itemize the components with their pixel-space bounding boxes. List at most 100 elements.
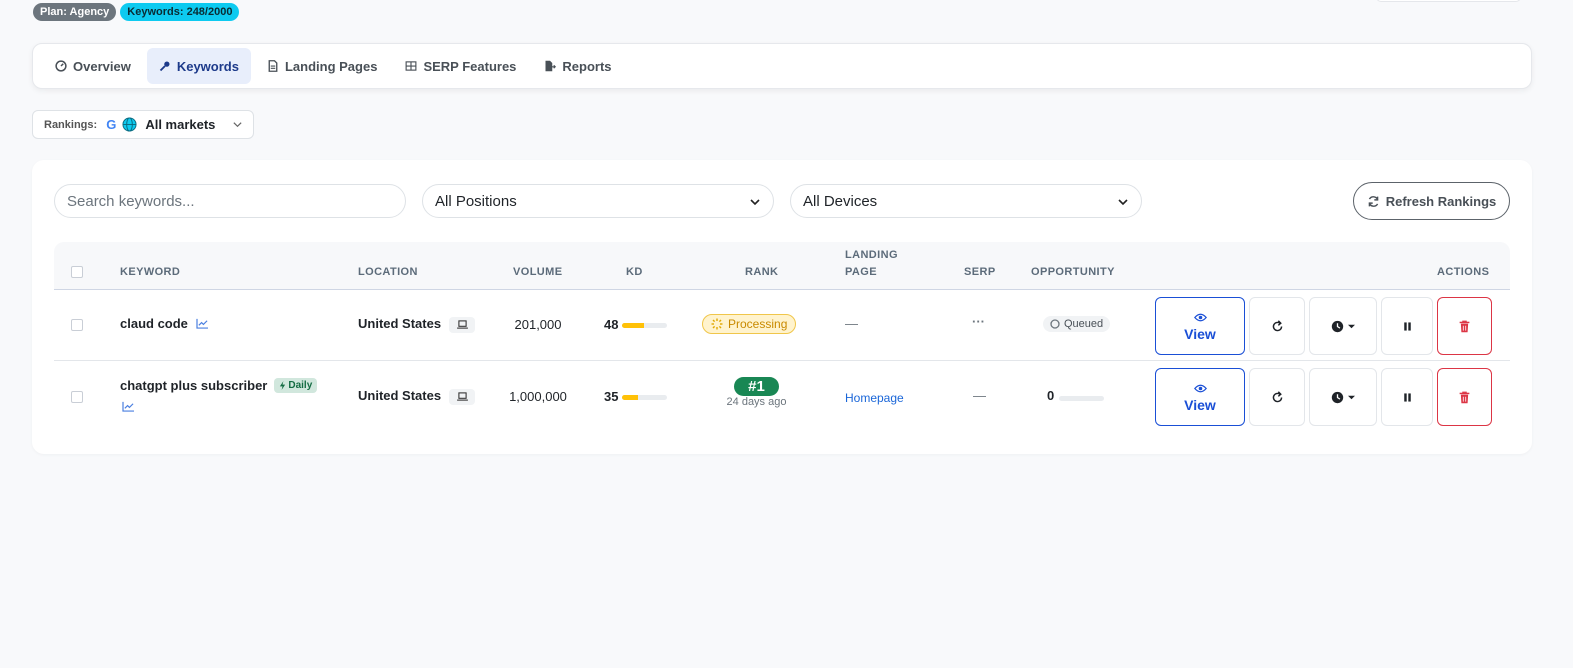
col-actions: ACTIONS xyxy=(1437,266,1490,278)
opportunity-cell: Queued xyxy=(1043,316,1111,332)
kd-bar-fill xyxy=(622,323,644,328)
tab-keywords[interactable]: Keywords xyxy=(146,48,251,84)
kd-bar xyxy=(622,395,667,400)
row-checkbox[interactable] xyxy=(71,319,83,331)
refresh-label: Refresh Rankings xyxy=(1385,193,1497,209)
queued-badge: Queued xyxy=(1043,316,1111,332)
landing-page-link[interactable]: Homepage xyxy=(845,391,904,405)
col-location[interactable]: LOCATION xyxy=(358,264,418,281)
spinner-icon xyxy=(711,318,723,330)
top-right-control[interactable] xyxy=(1376,0,1521,2)
pause-icon xyxy=(1403,392,1411,402)
delete-button[interactable] xyxy=(1437,297,1492,355)
volume-cell: 1,000,000 xyxy=(509,389,567,404)
eye-icon xyxy=(1193,313,1207,321)
file-export-icon xyxy=(545,60,557,72)
col-landing-page-line1: LANDING xyxy=(845,249,898,261)
table-row: claud code United States 201,000 48 Proc… xyxy=(54,290,1510,361)
grid-icon xyxy=(406,61,417,71)
col-volume[interactable]: VOLUME xyxy=(513,264,562,281)
pause-button[interactable] xyxy=(1381,297,1433,355)
view-button[interactable]: View xyxy=(1155,368,1245,426)
positions-dropdown[interactable]: All Positions xyxy=(422,184,774,218)
view-label: View xyxy=(1184,396,1216,413)
kd-bar xyxy=(622,323,667,328)
serp-cell: ··· xyxy=(972,314,985,329)
chevron-down-icon xyxy=(1118,199,1128,206)
col-landing-page-line2: PAGE xyxy=(845,266,877,278)
header-badges: Plan: Agency Keywords: 248/2000 xyxy=(33,3,240,21)
clock-icon xyxy=(1331,391,1344,403)
schedule-dropdown-button[interactable] xyxy=(1309,297,1377,355)
chart-line-icon[interactable] xyxy=(122,401,135,412)
view-label: View xyxy=(1184,325,1216,342)
devices-dropdown[interactable]: All Devices xyxy=(790,184,1142,218)
pause-button[interactable] xyxy=(1381,368,1433,426)
col-opportunity[interactable]: OPPORTUNITY xyxy=(1031,264,1115,281)
keyword-text[interactable]: chatgpt plus subscriber xyxy=(120,378,267,393)
keywords-table: KEYWORD LOCATION VOLUME KD RANK LANDING … xyxy=(54,242,1510,432)
kd-value: 35 xyxy=(604,389,618,404)
landing-page-cell: Homepage xyxy=(845,390,904,405)
keyword-cell: chatgpt plus subscriber Daily xyxy=(120,378,318,393)
bolt-icon xyxy=(280,381,286,390)
opportunity-cell: 0 xyxy=(1047,388,1055,403)
sync-icon xyxy=(1368,195,1379,207)
recheck-button[interactable] xyxy=(1249,297,1305,355)
tab-label: Keywords xyxy=(176,58,239,74)
plan-badge: Plan: Agency xyxy=(33,3,117,21)
schedule-dropdown-button[interactable] xyxy=(1309,368,1377,426)
redo-icon xyxy=(1272,390,1282,402)
trash-icon xyxy=(1459,391,1470,403)
landing-page-cell: — xyxy=(845,316,858,331)
keywords-panel: All Positions All Devices Refresh Rankin… xyxy=(32,160,1532,454)
kd-number: 35 xyxy=(604,389,619,404)
row-checkbox[interactable] xyxy=(71,391,83,403)
col-serp: SERP xyxy=(964,266,996,278)
recheck-button[interactable] xyxy=(1249,368,1305,426)
keywords-quota-badge: Keywords: 248/2000 xyxy=(120,3,240,21)
frequency-badge: Daily xyxy=(274,378,318,393)
search-input[interactable] xyxy=(54,184,406,218)
gauge-icon xyxy=(55,60,67,72)
location-text: United States xyxy=(358,388,442,403)
kd-number: 48 xyxy=(604,317,619,332)
select-all-checkbox[interactable] xyxy=(71,266,83,278)
rankings-label: Rankings: xyxy=(44,118,98,131)
tab-landing-pages[interactable]: Landing Pages xyxy=(255,48,389,84)
circle-notch-icon xyxy=(1050,319,1060,329)
col-keyword[interactable]: KEYWORD xyxy=(120,264,180,281)
laptop-icon xyxy=(449,316,476,333)
refresh-rankings-button[interactable]: Refresh Rankings xyxy=(1353,182,1510,220)
kd-bar-fill xyxy=(622,395,638,400)
tab-overview[interactable]: Overview xyxy=(43,48,143,84)
queued-text: Queued xyxy=(1064,318,1104,330)
key-icon xyxy=(159,61,170,72)
caret-down-icon xyxy=(1348,395,1355,399)
tab-serp-features[interactable]: SERP Features xyxy=(393,48,528,84)
tab-bar: Overview Keywords Landing Pages SERP Fea… xyxy=(32,43,1532,89)
google-icon: G xyxy=(106,117,117,132)
globe-icon xyxy=(122,117,137,132)
file-icon xyxy=(268,60,278,72)
caret-down-icon xyxy=(1348,324,1355,328)
redo-icon xyxy=(1272,319,1282,331)
trash-icon xyxy=(1459,320,1470,332)
delete-button[interactable] xyxy=(1437,368,1492,426)
tab-label: Overview xyxy=(73,58,131,74)
tab-label: Landing Pages xyxy=(284,58,378,74)
col-kd[interactable]: KD xyxy=(626,264,643,281)
tab-label: Reports xyxy=(562,58,612,74)
keyword-text[interactable]: claud code xyxy=(120,316,188,331)
chart-line-icon[interactable] xyxy=(196,318,209,329)
location-cell: United States xyxy=(358,316,476,333)
volume-cell: 201,000 xyxy=(514,317,562,332)
rankings-market-select[interactable]: Rankings: G All markets xyxy=(32,110,254,139)
view-button[interactable]: View xyxy=(1155,297,1245,355)
opportunity-bar xyxy=(1059,396,1104,401)
chevron-down-icon xyxy=(233,122,242,128)
processing-text: Processing xyxy=(728,317,788,331)
col-rank[interactable]: RANK xyxy=(745,264,778,281)
tab-reports[interactable]: Reports xyxy=(532,48,623,84)
processing-badge: Processing xyxy=(702,314,797,334)
